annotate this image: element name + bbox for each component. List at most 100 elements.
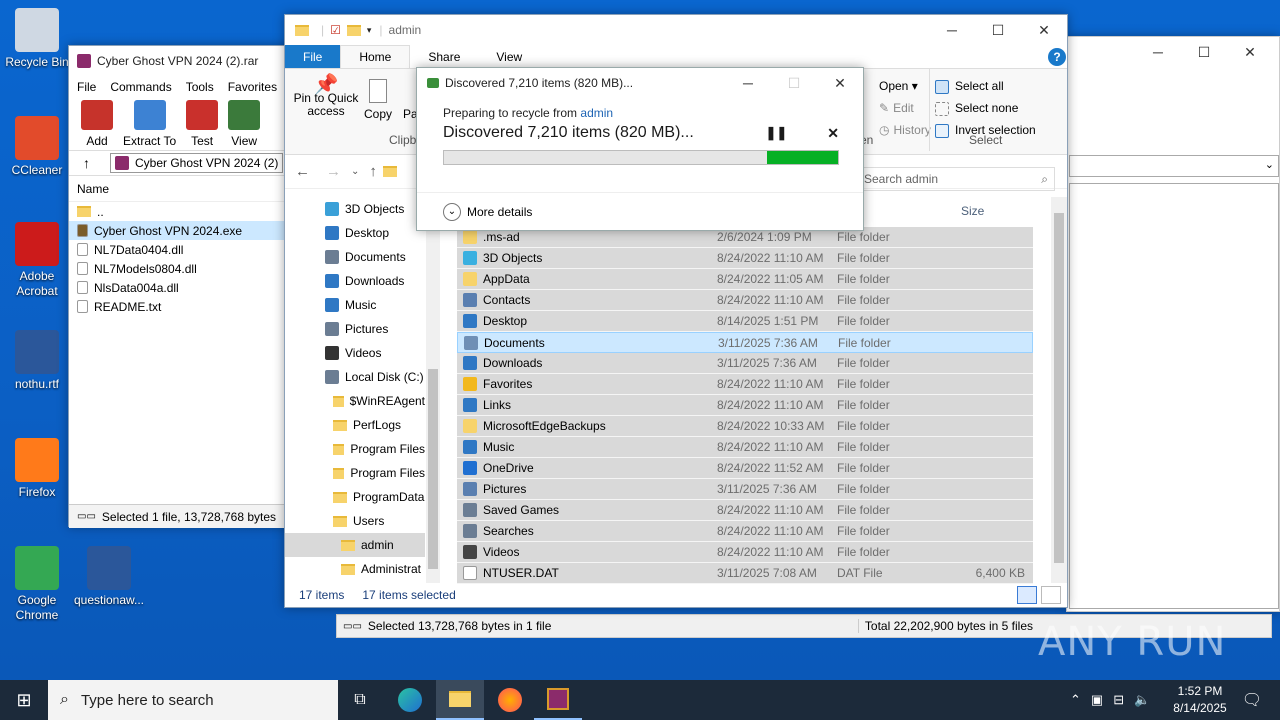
file-row[interactable]: Downloads 3/11/2025 7:36 AM File folder [457,353,1033,374]
nav-item[interactable]: Videos [285,341,425,365]
ribbon-tab[interactable]: Home [340,45,411,68]
file-row[interactable]: Cyber Ghost VPN 2024.exe [69,221,297,240]
file-explorer-icon[interactable] [436,680,484,720]
file-row[interactable]: Searches 8/24/2022 11:10 AM File folder [457,521,1033,542]
open-button[interactable]: Open ▾ [879,75,931,97]
start-button[interactable]: ⊞ [0,680,48,720]
minimize-icon[interactable]: ─ [929,15,975,45]
desktop-icon[interactable]: CCleaner [0,116,74,178]
toolbar-button[interactable]: View [228,98,261,150]
file-row[interactable]: Videos 8/24/2022 11:10 AM File folder [457,542,1033,563]
volume-icon[interactable]: 🔈 [1134,692,1150,708]
file-row[interactable]: NTUSER.DAT 3/11/2025 7:08 AM DAT File 6,400… [457,563,1033,584]
file-row[interactable]: .. [69,202,297,221]
nav-item[interactable]: Users [285,509,425,533]
nav-item[interactable]: Program Files [285,437,425,461]
nav-scroll-thumb[interactable] [428,369,438,569]
minimize-icon[interactable]: ─ [1135,37,1181,67]
nav-item[interactable]: Music [285,293,425,317]
network-icon[interactable]: ▣ [1091,692,1103,708]
ribbon-tab[interactable]: File [285,45,341,68]
column-header-name[interactable]: Name [69,176,297,202]
forward-arrow-icon[interactable]: → [326,163,341,180]
back-arrow-icon[interactable]: ← [295,163,310,180]
menu-item[interactable]: File [77,80,96,94]
maximize-icon[interactable]: ☐ [975,15,1021,45]
file-row[interactable]: NL7Models0804.dll [69,259,297,278]
desktop-icon[interactable]: Recycle Bin [0,8,74,70]
desktop-icon[interactable]: nothu.rtf [0,330,74,392]
toolbar-button[interactable]: Add [81,98,113,150]
network-wired-icon[interactable]: ⊟ [1113,692,1124,708]
edit-button[interactable]: ✎ Edit [879,97,931,119]
nav-item[interactable]: admin [285,533,425,557]
taskbar-search-box[interactable]: ⌕ Type here to search [48,680,338,720]
pin-button[interactable]: 📌 Pin to Quick access [291,75,361,118]
file-row[interactable]: 3D Objects 8/24/2022 11:10 AM File folder [457,248,1033,269]
nav-item[interactable]: Downloads [285,269,425,293]
desktop-icon[interactable]: Firefox [0,438,74,500]
notification-icon[interactable]: 🗨 [1228,680,1276,720]
properties-icon[interactable]: ☑ [330,23,341,37]
close-icon[interactable]: ✕ [817,68,863,98]
history-button[interactable]: ◷ History [879,119,931,141]
file-scroll-thumb[interactable] [1054,213,1064,563]
file-scrollbar[interactable] [1051,197,1067,583]
desktop-icon[interactable]: Google Chrome [0,546,74,623]
nav-item[interactable]: Program Files [285,461,425,485]
cancel-icon[interactable]: ✕ [827,125,839,142]
details-view-icon[interactable] [1017,586,1037,604]
select-all-button[interactable]: Select all [935,75,1036,97]
menu-item[interactable]: Favorites [228,80,277,94]
file-row[interactable]: README.txt [69,297,297,316]
recent-locations-icon[interactable]: ⌄ [351,166,359,177]
maximize-icon[interactable]: ☐ [1181,37,1227,67]
copy-button[interactable]: Copy [363,79,393,121]
file-row[interactable]: Documents 3/11/2025 7:36 AM File folder [457,332,1033,353]
file-row[interactable]: Music 8/24/2022 11:10 AM File folder [457,437,1033,458]
up-arrow-icon[interactable]: ↑ [369,163,377,180]
chevron-down-icon[interactable]: ⌄ [1265,158,1274,171]
file-row[interactable]: Desktop 8/14/2025 1:51 PM File folder [457,311,1033,332]
file-row[interactable]: NlsData004a.dll [69,278,297,297]
search-box[interactable]: Search admin ⌕ [857,167,1055,191]
task-view-icon[interactable]: ⧉ [336,680,384,720]
column-size[interactable]: Size [961,204,984,218]
up-arrow-icon[interactable]: ↑ [83,155,90,171]
desktop-icon[interactable]: questionaw... [72,546,146,608]
file-row[interactable]: Saved Games 8/24/2022 11:10 AM File folder [457,500,1033,521]
file-row[interactable]: Links 8/24/2022 11:10 AM File folder [457,395,1033,416]
file-row[interactable]: Contacts 8/24/2022 11:10 AM File folder [457,290,1033,311]
file-row[interactable]: OneDrive 8/24/2022 11:52 AM File folder [457,458,1033,479]
more-details-row[interactable]: ⌄ More details [417,192,863,230]
chevron-up-icon[interactable]: ⌃ [1070,692,1081,708]
close-icon[interactable]: ✕ [1021,15,1067,45]
nav-item[interactable]: 3D Objects [285,197,425,221]
more-details-label[interactable]: More details [467,205,532,219]
file-row[interactable]: Pictures 3/11/2025 7:36 AM File folder [457,479,1033,500]
nav-item[interactable]: Administrat [285,557,425,581]
large-icons-view-icon[interactable] [1041,586,1061,604]
file-row[interactable]: NL7Data0404.dll [69,240,297,259]
toolbar-button[interactable]: Test [186,98,219,150]
file-row[interactable]: AppData 8/24/2022 11:05 AM File folder [457,269,1033,290]
path-field[interactable]: Cyber Ghost VPN 2024 (2) [110,153,284,173]
firefox-icon[interactable] [486,680,534,720]
menu-item[interactable]: Commands [110,80,171,94]
menu-item[interactable]: Tools [186,80,214,94]
nav-item[interactable]: PerfLogs [285,413,425,437]
nav-item[interactable]: Local Disk (C:) [285,365,425,389]
new-folder-icon[interactable] [346,24,361,36]
minimize-icon[interactable]: ─ [725,68,771,98]
desktop-icon[interactable]: Adobe Acrobat [0,222,74,299]
nav-item[interactable]: Desktop [285,221,425,245]
pause-icon[interactable]: ❚❚ [765,125,787,141]
nav-item[interactable]: ProgramData [285,485,425,509]
ribbon-tab[interactable]: Share [410,45,478,68]
toolbar-button[interactable]: Extract To [123,98,176,150]
dropdown-field[interactable]: ⌄ [1069,155,1279,177]
nav-item[interactable]: Documents [285,245,425,269]
expand-circle-icon[interactable]: ⌄ [443,202,461,221]
close-icon[interactable]: ✕ [1227,37,1273,67]
nav-item[interactable]: $WinREAgent [285,389,425,413]
